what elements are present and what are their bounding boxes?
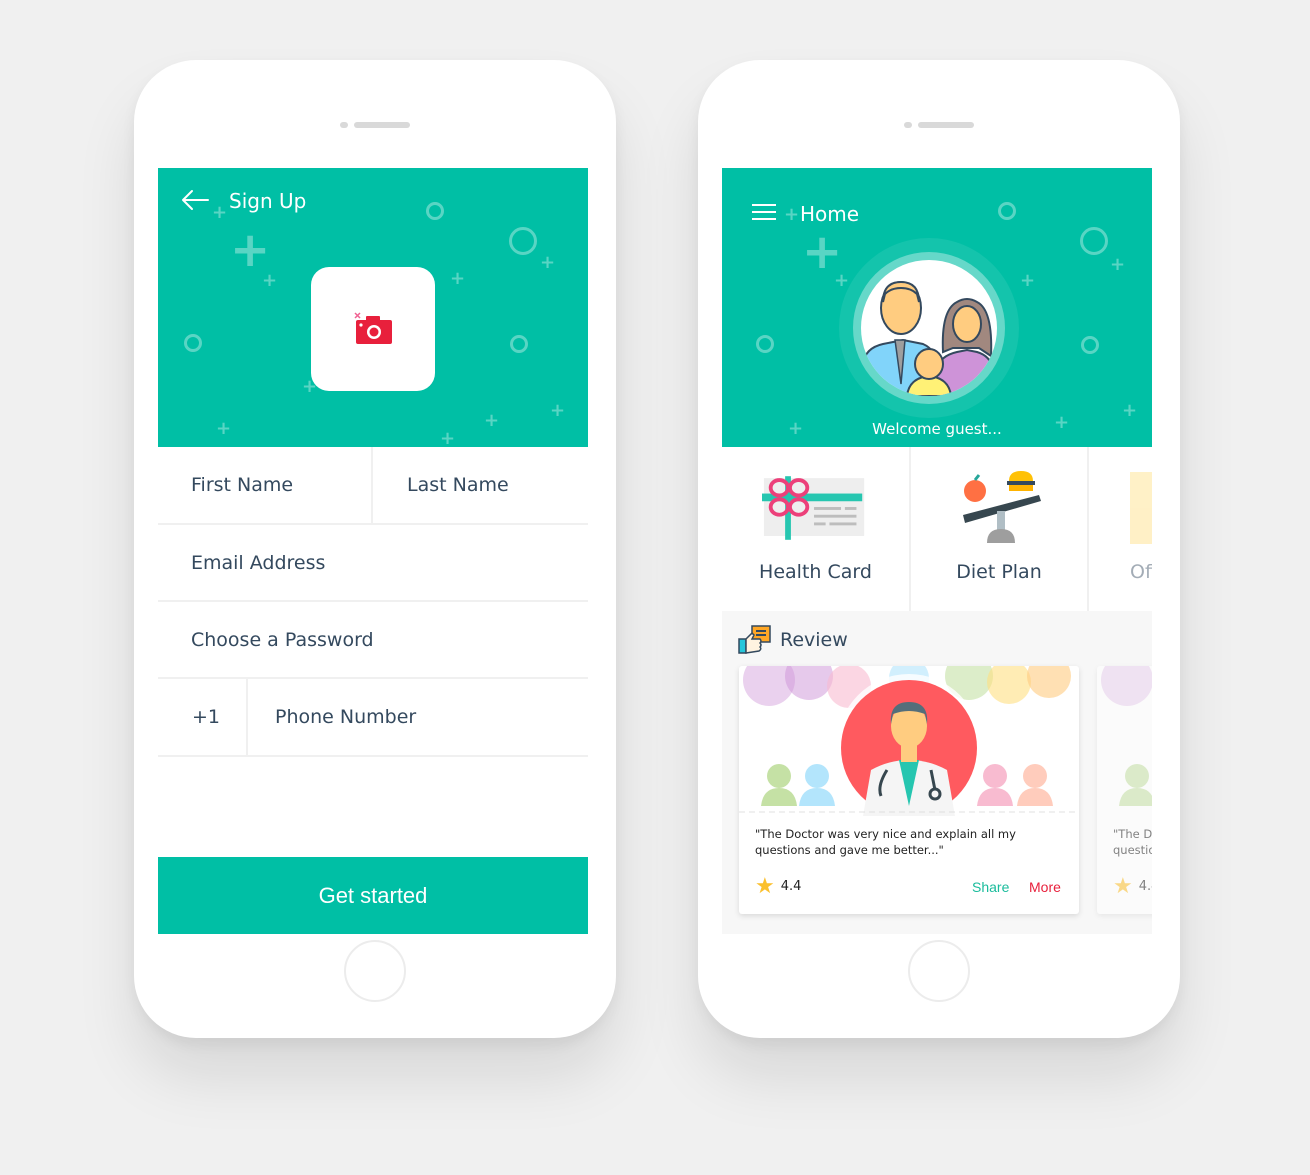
plus-decoration: + xyxy=(484,410,500,431)
first-name-field[interactable]: First Name xyxy=(191,447,371,523)
country-code-field[interactable]: +1 xyxy=(192,679,242,755)
email-row: Email Address xyxy=(158,525,588,602)
gift-card-icon xyxy=(762,476,865,540)
review-quote: "The Doctor was very nice and explain al… xyxy=(755,827,1016,857)
doctor-illustration xyxy=(1097,666,1152,816)
phone-home: + + + + + + + + Home Welcome guest... He… xyxy=(698,60,1180,1038)
password-field[interactable]: Choose a Password xyxy=(191,602,581,677)
offer-coupon-icon xyxy=(1130,472,1152,544)
home-header: + + + + + + + + Home Welcome guest... xyxy=(722,168,1152,447)
star-icon: ★ xyxy=(755,874,775,899)
doctor-icon xyxy=(739,666,1079,816)
arrow-left-icon[interactable] xyxy=(180,188,210,212)
plus-decoration: + xyxy=(540,252,556,273)
review-title: Review xyxy=(780,629,848,651)
service-label: Offers xyxy=(1130,561,1152,583)
thumbs-up-review-icon xyxy=(738,625,771,654)
divider xyxy=(371,447,373,523)
page-title: Home xyxy=(800,202,860,226)
signup-screen: + + + + + + + + + + Sign Up First Name L… xyxy=(158,168,588,934)
review-section: Review "The Doctor was very nice and exp… xyxy=(722,611,1152,934)
circle-decoration xyxy=(509,227,537,255)
review-header: Review xyxy=(738,625,848,655)
star-icon: ★ xyxy=(1113,874,1133,899)
diet-scale-icon xyxy=(963,471,1041,543)
circle-decoration xyxy=(998,202,1016,220)
doctor-icon xyxy=(1101,666,1152,806)
service-label: Diet Plan xyxy=(956,561,1042,583)
service-health-card[interactable]: Health Card xyxy=(722,447,911,611)
plus-decoration: + xyxy=(262,270,278,291)
plus-decoration: + xyxy=(784,204,800,225)
get-started-button[interactable]: Get started xyxy=(158,857,588,934)
circle-decoration xyxy=(510,335,528,353)
camera-icon xyxy=(354,312,392,344)
family-avatar[interactable] xyxy=(861,260,997,396)
plus-decoration: + xyxy=(216,418,232,439)
phone-number-field[interactable]: Phone Number xyxy=(275,679,575,755)
add-photo-button[interactable] xyxy=(311,267,435,391)
plus-decoration: + xyxy=(1110,254,1126,275)
review-card[interactable]: "The Doctor was very nice and explain al… xyxy=(1097,666,1152,914)
review-card[interactable]: "The Doctor was very nice and explain al… xyxy=(739,666,1079,914)
circle-decoration xyxy=(426,202,444,220)
plus-decoration: + xyxy=(1122,400,1138,421)
review-quote: "The Doctor was very nice and explain al… xyxy=(1113,827,1152,857)
services-row: Health Card Diet Plan Offers xyxy=(722,447,1152,612)
circle-decoration xyxy=(1081,336,1099,354)
plus-decoration: + xyxy=(440,428,456,448)
divider xyxy=(246,679,248,755)
service-label: Health Card xyxy=(759,561,872,583)
last-name-field[interactable]: Last Name xyxy=(407,447,587,523)
family-icon xyxy=(862,280,994,396)
speaker xyxy=(340,122,410,128)
circle-decoration xyxy=(184,334,202,352)
doctor-illustration xyxy=(739,666,1079,816)
hamburger-menu-icon[interactable] xyxy=(752,204,776,222)
welcome-text: Welcome guest... xyxy=(872,420,1002,438)
rating-value: 4.4 xyxy=(1138,879,1152,894)
service-offers[interactable]: Offers xyxy=(1089,447,1152,611)
share-button[interactable]: Share xyxy=(972,879,1009,895)
rating-value: 4.4 xyxy=(780,879,802,894)
service-diet-plan[interactable]: Diet Plan xyxy=(911,447,1089,611)
home-screen: + + + + + + + + Home Welcome guest... He… xyxy=(722,168,1152,934)
plus-decoration: + xyxy=(834,270,850,291)
home-hardware-button xyxy=(908,940,970,1002)
phone-signup: + + + + + + + + + + Sign Up First Name L… xyxy=(134,60,616,1038)
circle-decoration xyxy=(1080,227,1108,255)
plus-decoration: + xyxy=(550,400,566,421)
signup-header: + + + + + + + + + + Sign Up xyxy=(158,168,588,447)
plus-decoration: + xyxy=(230,222,271,278)
home-hardware-button xyxy=(344,940,406,1002)
phone-row: +1 Phone Number xyxy=(158,679,588,757)
circle-decoration xyxy=(756,335,774,353)
rating: ★ 4.4 xyxy=(1113,874,1152,899)
plus-decoration: + xyxy=(212,202,228,223)
name-row: First Name Last Name xyxy=(158,447,588,525)
password-row: Choose a Password xyxy=(158,602,588,679)
avatar-glow xyxy=(839,238,1019,418)
plus-decoration: + xyxy=(802,224,843,280)
more-button[interactable]: More xyxy=(1029,879,1061,895)
rating: ★ 4.4 xyxy=(755,874,801,899)
page-title: Sign Up xyxy=(229,189,307,213)
speaker xyxy=(904,122,974,128)
plus-decoration: + xyxy=(1020,270,1036,291)
plus-decoration: + xyxy=(450,268,466,289)
email-field[interactable]: Email Address xyxy=(191,525,581,600)
